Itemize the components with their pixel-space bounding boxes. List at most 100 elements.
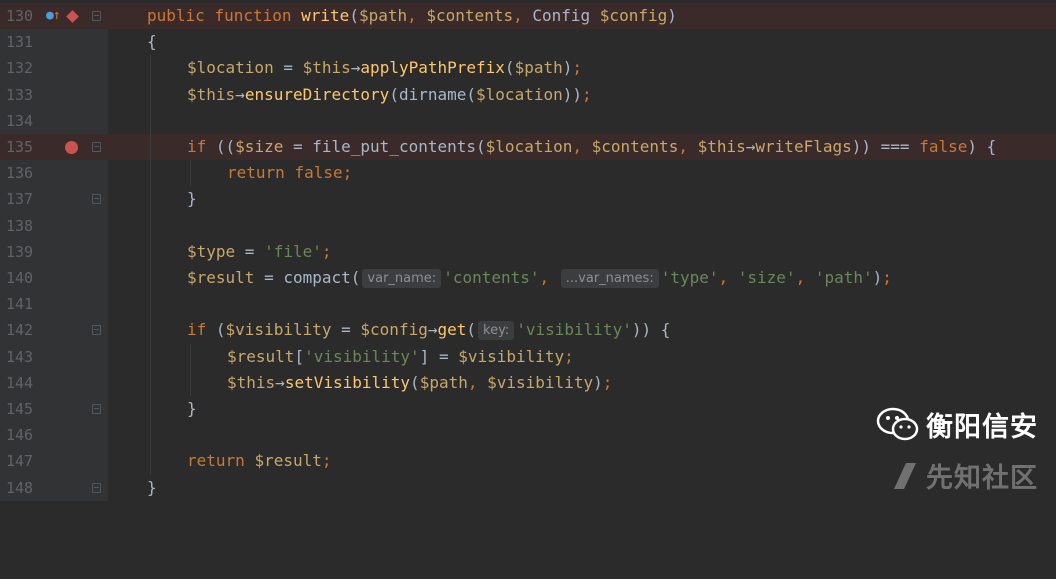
code-text: } — [147, 477, 157, 497]
code-line-142[interactable]: 142 if ($visibility = $config→get(key:'v… — [0, 317, 1056, 344]
implements-method-icon[interactable]: ● ↑ — [46, 3, 61, 29]
line-number: 141 — [6, 295, 34, 314]
gutter[interactable]: 142 — [0, 317, 108, 344]
code-line-141[interactable]: 141 — [0, 291, 1056, 318]
gutter[interactable]: 135 — [0, 134, 108, 161]
fold-end-icon[interactable] — [92, 194, 101, 205]
indent-guide — [150, 422, 151, 449]
indent-guide — [150, 291, 151, 318]
gutter[interactable]: 136 — [0, 160, 108, 187]
code-editor[interactable]: 130 ● ↑ public function write($path, $con… — [0, 0, 1056, 503]
indent-guide — [150, 238, 151, 265]
code-line-137[interactable]: 137 } — [0, 186, 1056, 213]
gutter[interactable]: 147 — [0, 448, 108, 475]
code-text: return false; — [227, 163, 353, 183]
line-number: 143 — [6, 347, 34, 366]
indent-guide — [190, 343, 191, 370]
gutter[interactable]: 138 — [0, 212, 108, 239]
indent-guide — [150, 186, 151, 213]
breakpoint-icon[interactable] — [65, 134, 78, 160]
gutter[interactable]: 141 — [0, 291, 108, 318]
line-number: 136 — [6, 164, 34, 183]
gutter[interactable]: 145 — [0, 396, 108, 423]
line-number: 144 — [6, 373, 34, 392]
gutter[interactable]: 134 — [0, 107, 108, 134]
gutter[interactable]: 140 — [0, 265, 108, 292]
method-breakpoint-icon[interactable] — [66, 3, 79, 29]
watermark-bottom: 先知社区 — [892, 456, 1038, 495]
gutter[interactable]: 130 ● ↑ — [0, 3, 108, 30]
gutter[interactable]: 139 — [0, 238, 108, 265]
line-number: 131 — [6, 33, 34, 52]
indent-guide — [150, 265, 151, 292]
indent-guide — [150, 448, 151, 475]
code-line-138[interactable]: 138 — [0, 212, 1056, 239]
code-text: { — [147, 32, 157, 52]
code-line-136[interactable]: 136 return false; — [0, 160, 1056, 187]
code-line-144[interactable]: 144 $this→setVisibility($path, $visibili… — [0, 369, 1056, 396]
gutter[interactable]: 133 — [0, 81, 108, 108]
code-line-131[interactable]: 131 { — [0, 29, 1056, 56]
code-line-132[interactable]: 132 $location = $this→applyPathPrefix($p… — [0, 55, 1056, 82]
line-number: 147 — [6, 452, 34, 471]
code-line-133[interactable]: 133 $this→ensureDirectory(dirname($locat… — [0, 81, 1056, 108]
code-line-143[interactable]: 143 $result['visibility'] = $visibility; — [0, 343, 1056, 370]
indent-guide — [150, 107, 151, 134]
code-text: $this→setVisibility($path, $visibility); — [227, 372, 613, 392]
watermark: 衡阳信安 先知社区 — [838, 405, 1038, 495]
watermark-top: 衡阳信安 — [876, 405, 1038, 444]
fold-collapse-icon[interactable] — [92, 325, 101, 336]
code-line-139[interactable]: 139 $type = 'file'; — [0, 238, 1056, 265]
code-text: $location = $this→applyPathPrefix($path)… — [187, 58, 583, 78]
code-text: $result['visibility'] = $visibility; — [227, 346, 574, 366]
indent-guide — [150, 212, 151, 239]
line-number: 138 — [6, 216, 34, 235]
indent-guide — [150, 343, 151, 370]
code-text: $type = 'file'; — [187, 241, 332, 261]
line-number: 132 — [6, 59, 34, 78]
line-number: 148 — [6, 478, 34, 497]
code-text: if ($visibility = $config→get(key:'visib… — [187, 320, 671, 341]
wechat-icon — [876, 407, 919, 440]
fold-end-icon[interactable] — [92, 482, 101, 493]
param-hint: ...var_names: — [560, 269, 659, 288]
gutter[interactable]: 131 — [0, 29, 108, 56]
line-number: 130 — [6, 7, 34, 25]
indent-guide — [150, 55, 151, 82]
line-number: 133 — [6, 85, 34, 104]
line-number: 145 — [6, 400, 34, 418]
code-line-134[interactable]: 134 — [0, 107, 1056, 134]
param-hint: key: — [478, 321, 515, 341]
fold-collapse-icon[interactable] — [92, 142, 101, 152]
xianzhi-logo-icon — [894, 462, 916, 489]
indent-guide — [190, 369, 191, 396]
indent-guide — [150, 160, 151, 187]
indent-guide — [150, 396, 151, 423]
code-text: $this→ensureDirectory(dirname($location)… — [187, 84, 592, 104]
code-text: $result = compact(var_name:'contents', .… — [187, 268, 892, 288]
code-line-130[interactable]: 130 ● ↑ public function write($path, $con… — [0, 3, 1056, 30]
code-line-135[interactable]: 135 if (($size = file_put_contents($loca… — [0, 134, 1056, 161]
param-hint: var_name: — [362, 269, 442, 288]
code-line-140[interactable]: 140 $result = compact(var_name:'contents… — [0, 265, 1056, 292]
gutter[interactable]: 148 — [0, 474, 108, 501]
line-number: 134 — [6, 111, 34, 130]
gutter[interactable]: 146 — [0, 422, 108, 449]
code-text: if (($size = file_put_contents($location… — [187, 137, 997, 156]
fold-collapse-icon[interactable] — [92, 11, 101, 21]
code-text: return $result; — [187, 451, 332, 471]
line-number: 139 — [6, 242, 34, 261]
indent-guide — [150, 317, 151, 344]
gutter[interactable]: 144 — [0, 369, 108, 396]
gutter[interactable]: 143 — [0, 343, 108, 370]
code-text: } — [187, 189, 197, 209]
watermark-bottom-text: 先知社区 — [926, 463, 1038, 494]
indent-guide — [150, 134, 151, 161]
fold-end-icon[interactable] — [92, 404, 101, 414]
line-number: 135 — [6, 138, 34, 156]
gutter[interactable]: 132 — [0, 55, 108, 82]
line-number: 146 — [6, 426, 34, 445]
line-number: 142 — [6, 321, 34, 340]
code-text: public function write($path, $contents, … — [147, 6, 677, 25]
gutter[interactable]: 137 — [0, 186, 108, 213]
